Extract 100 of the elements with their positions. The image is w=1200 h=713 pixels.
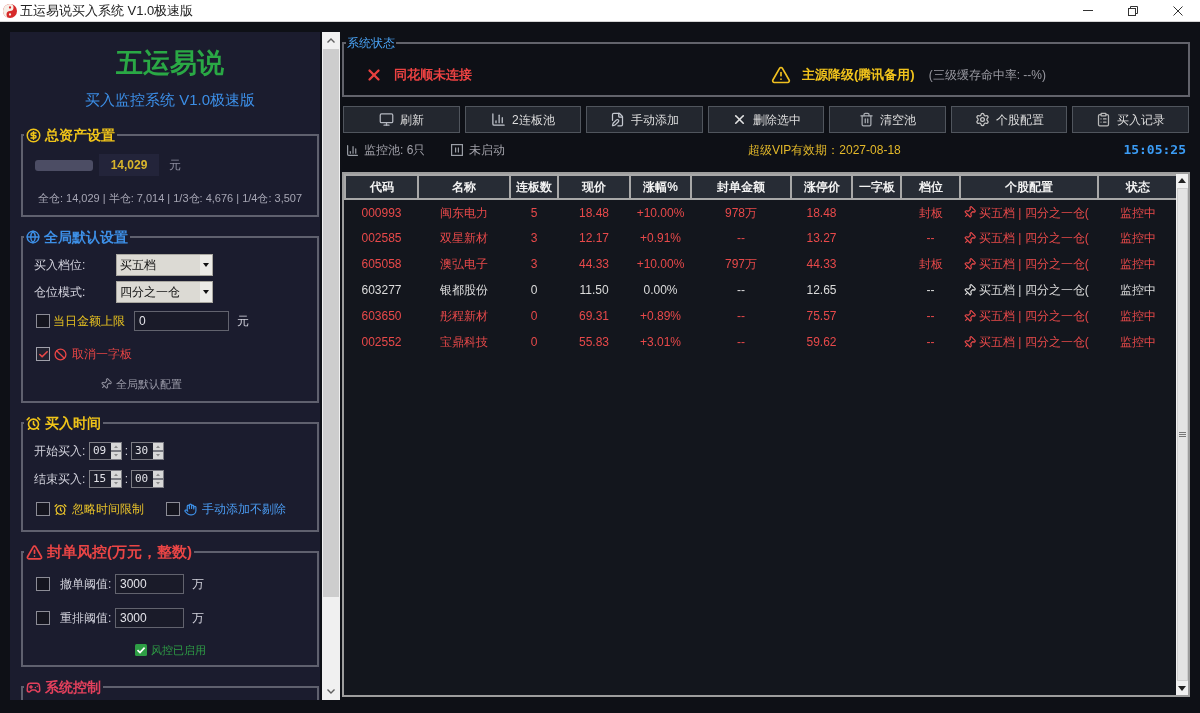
table-cell-text: -- — [925, 230, 936, 247]
time-spinbox[interactable]: 30 — [131, 442, 164, 460]
monitor-icon — [378, 112, 394, 127]
time-spinbox[interactable]: 15 — [89, 470, 122, 488]
column-header[interactable]: 封单金额 — [691, 175, 791, 199]
table-cell-text: 12.17 — [578, 230, 610, 247]
time-spinbox[interactable]: 00 — [131, 470, 164, 488]
table-cell-text: -- — [736, 308, 746, 325]
unit-label: 元 — [237, 313, 249, 330]
scroll-thumb[interactable] — [323, 49, 339, 597]
table-cell-text: 11.50 — [578, 282, 610, 299]
cross-icon — [365, 66, 383, 84]
threshold-field[interactable]: 3000 — [115, 608, 184, 628]
table-cell-text: 双星新材 — [439, 230, 489, 247]
group-title: 全局默认设置 — [44, 228, 128, 246]
checkbox[interactable] — [166, 502, 180, 516]
dropdown[interactable]: 四分之一仓 — [116, 281, 213, 303]
column-header[interactable]: 一字板 — [852, 175, 901, 199]
column-header[interactable]: 代码 — [345, 175, 418, 199]
group-title: 系统状态 — [347, 35, 395, 51]
spin-arrows-icon[interactable] — [111, 471, 121, 487]
pause-icon — [451, 144, 464, 156]
globe-icon — [26, 230, 40, 244]
column-header[interactable]: 名称 — [418, 175, 510, 199]
checkbox[interactable] — [36, 611, 50, 625]
table-cell-text: -- — [925, 282, 936, 299]
trash-icon — [859, 112, 875, 127]
table-cell-text: 宝鼎科技 — [439, 334, 489, 351]
table-cell-text: -- — [925, 334, 936, 351]
toolbar-button[interactable]: 手动添加 — [586, 106, 703, 133]
section-caption: 全局默认配置 — [116, 376, 182, 392]
table-cell-text: 3 — [529, 256, 539, 273]
field-label: 重排阈值: — [60, 610, 113, 627]
table-cell-text: 买五档 | 四分之一仓( — [979, 256, 1089, 273]
toolbar-button[interactable]: 清空池 — [829, 106, 946, 133]
gear-icon — [974, 112, 990, 127]
brand-title: 五运易说 — [115, 48, 225, 78]
checkbox-label: 忽略时间限制 — [72, 501, 144, 518]
window-title: 五运易说买入系统 V1.0极速版 — [20, 1, 194, 20]
table-cell-text: 13.27 — [805, 230, 838, 247]
column-header[interactable]: 连板数 — [510, 175, 558, 199]
checkbox-label: 手动添加不剔除 — [202, 501, 286, 518]
clock-time: 15:05:25 — [1123, 141, 1186, 160]
toolbar-button[interactable]: 删除选中 — [707, 106, 825, 133]
column-header[interactable]: 状态 — [1098, 175, 1176, 199]
scroll-down-icon[interactable] — [1178, 686, 1186, 691]
checkbox[interactable] — [36, 347, 50, 361]
table-cell-text: 603650 — [360, 308, 403, 325]
time-separator: : — [123, 443, 130, 460]
redacted-label — [35, 159, 93, 171]
table-cell-text: 002585 — [360, 230, 403, 247]
close-icon — [1172, 5, 1183, 16]
checkbox[interactable] — [36, 502, 50, 516]
spin-arrows-icon[interactable] — [111, 443, 121, 459]
amount-field[interactable]: 0 — [134, 311, 229, 331]
spin-arrows-icon[interactable] — [153, 471, 163, 487]
column-header[interactable]: 档位 — [901, 175, 960, 199]
toolbar-button[interactable]: 刷新 — [343, 106, 460, 133]
table-cell-text: 澳弘电子 — [439, 256, 489, 273]
threshold-field[interactable]: 3000 — [115, 574, 184, 594]
column-header[interactable]: 涨幅% — [630, 175, 691, 199]
table-cell-text: -- — [736, 230, 746, 247]
checkbox[interactable] — [36, 314, 50, 328]
vip-expiry: 超级VIP有效期：2027-08-18 — [748, 142, 901, 159]
table-cell-text: -- — [925, 308, 936, 325]
edit-document-icon — [609, 112, 625, 127]
time-spinbox[interactable]: 09 — [89, 442, 122, 460]
column-header[interactable]: 涨停价 — [791, 175, 852, 199]
table-cell-text: 44.33 — [578, 256, 610, 273]
field-label: 仓位模式: — [34, 284, 87, 301]
asset-field[interactable]: 14,029 — [99, 154, 159, 176]
unit-label: 万 — [192, 576, 204, 593]
toolbar-button[interactable]: 2连板池 — [464, 106, 582, 133]
toolbar-button[interactable]: 个股配置 — [950, 106, 1068, 133]
group-title: 封单风控(万元，整数) — [47, 543, 192, 561]
toolbar-button[interactable]: 买入记录 — [1072, 106, 1190, 133]
checkbox[interactable] — [36, 577, 50, 591]
table-cell-text: 监控中 — [1118, 282, 1157, 299]
table-cell: +10.00% — [630, 199, 691, 225]
clipboard-icon — [1096, 112, 1112, 127]
table-cell: 18.48 — [558, 199, 630, 225]
column-header[interactable]: 个股配置 — [960, 175, 1098, 199]
table-cell-text: 监控中 — [1118, 308, 1157, 325]
table-cell-text: 12.65 — [805, 282, 838, 299]
table-cell: 5 — [510, 199, 558, 225]
field-label: 买入档位: — [34, 257, 87, 274]
table-cell-text: 银都股份 — [439, 282, 489, 299]
time-separator: : — [123, 471, 130, 488]
table-cell-text: 监控中 — [1118, 334, 1157, 351]
table-cell-text: 买五档 | 四分之一仓( — [979, 308, 1089, 325]
status-note: (三级缓存命中率: --%) — [928, 67, 1046, 84]
dropdown[interactable]: 买五档 — [116, 254, 213, 276]
restore-icon — [1127, 5, 1138, 16]
column-header[interactable]: 现价 — [558, 175, 630, 199]
spin-arrows-icon[interactable] — [153, 443, 163, 459]
group-title: 系统控制 — [45, 678, 101, 696]
coin-icon — [26, 127, 41, 143]
status-text: 同花顺未连接 — [394, 66, 472, 85]
scroll-up-icon[interactable] — [1178, 178, 1186, 183]
scrollbar[interactable] — [322, 32, 340, 700]
